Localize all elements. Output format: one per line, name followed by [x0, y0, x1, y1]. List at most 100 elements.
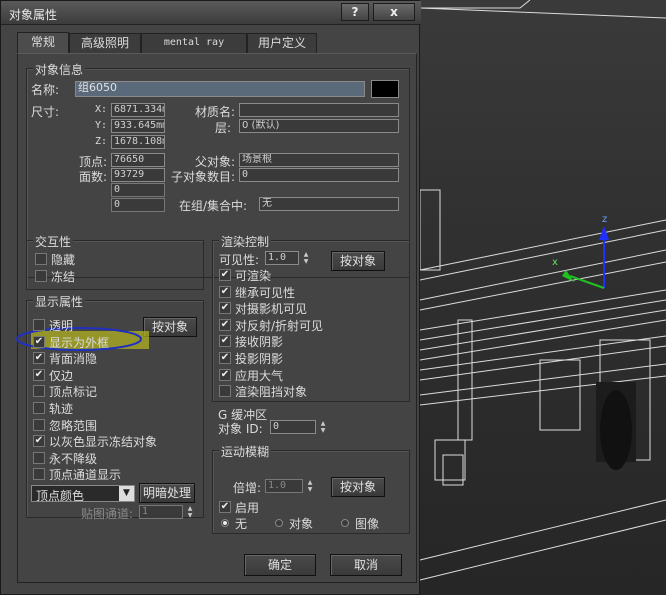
motion-blur-by-object-button[interactable]: 按对象	[331, 477, 385, 497]
z-label: Z:	[95, 136, 108, 147]
visibility-input[interactable]: 1.0	[265, 251, 299, 265]
faces-label: 面数:	[79, 170, 108, 184]
group-label: 在组/集合中:	[179, 199, 248, 213]
object-info-title: 对象信息	[33, 61, 86, 78]
children-value: 0	[239, 168, 399, 182]
render-option-checkbox[interactable]: ✔	[219, 335, 231, 348]
object-color-swatch[interactable]	[371, 80, 399, 98]
dimensions-label: 尺寸:	[31, 105, 60, 119]
radio-object[interactable]	[275, 519, 283, 527]
radio-none[interactable]	[221, 519, 229, 527]
render-by-object-button[interactable]: 按对象	[331, 251, 385, 271]
object-id-label: 对象 ID:	[218, 422, 263, 436]
display-option-label: 顶点标记	[49, 385, 98, 400]
layer-label: 层:	[215, 121, 232, 135]
close-button[interactable]: x	[373, 3, 415, 21]
visibility-spinner-icon[interactable]: ▲ ▼	[301, 251, 311, 265]
map-channel-input[interactable]: 1	[139, 505, 183, 519]
material-value	[239, 103, 399, 117]
x-label: X:	[95, 104, 108, 115]
render-option-label: 投影阴影	[235, 352, 284, 366]
display-option-checkbox[interactable]	[33, 402, 45, 414]
display-by-object-button[interactable]: 按对象	[143, 317, 197, 337]
render-option-label: 对摄影机可见	[235, 302, 308, 317]
display-option-label: 显示为外框	[49, 335, 110, 350]
display-option-checkbox[interactable]: ✔	[33, 335, 45, 348]
faces-value: 93729	[111, 168, 165, 182]
radio-object-label: 对象	[289, 517, 314, 531]
hide-checkbox[interactable]	[35, 253, 47, 265]
y-dimension-value: 933.645mm	[111, 119, 165, 133]
extra-info-value-2: 0	[111, 198, 165, 212]
display-option-label: 忽略范围	[49, 418, 98, 433]
material-label: 材质名:	[195, 105, 236, 119]
radio-image[interactable]	[341, 519, 349, 527]
dialog-title: 对象属性	[9, 8, 58, 22]
x-dimension-value: 6871.334m	[111, 103, 165, 117]
display-option-checkbox[interactable]	[33, 468, 45, 481]
vertex-color-select[interactable]: 顶点颜色 ▼	[31, 485, 135, 503]
map-channel-label: 贴图通道:	[81, 507, 134, 521]
render-control-group: 渲染控制 可见性: 1.0 ▲ ▼ 按对象 ✔ 可渲染 ✔ 继承可见性 ✔ 对摄影机可见 ✔ 对…	[212, 233, 410, 402]
y-label: Y:	[95, 120, 108, 131]
display-option-checkbox[interactable]	[33, 451, 45, 464]
children-label: 子对象数目:	[171, 170, 236, 184]
render-option-label: 应用大气	[235, 368, 284, 383]
display-option-checkbox[interactable]	[33, 418, 45, 431]
render-option-checkbox[interactable]	[219, 385, 231, 398]
freeze-checkbox[interactable]	[35, 270, 47, 282]
render-option-label: 可渲染	[235, 269, 272, 283]
tab-general[interactable]: 常规	[17, 32, 69, 54]
object-properties-dialog: 对象属性 ? x 常规 高级照明 mental ray 用户定义 对象信息 名称…	[0, 0, 421, 595]
cancel-button[interactable]: 取消	[330, 554, 402, 576]
object-id-spinner-icon[interactable]: ▲ ▼	[318, 420, 328, 434]
display-option-label: 轨迹	[49, 402, 74, 416]
multiplier-label: 倍增:	[233, 481, 262, 495]
vertices-value: 76650	[111, 153, 165, 167]
shaded-button[interactable]: 明暗处理	[139, 483, 195, 503]
display-option-label: 永不降级	[49, 451, 98, 466]
motion-blur-title: 运动模糊	[219, 443, 272, 460]
display-properties-group: 显示属性 按对象 透明 ✔ 显示为外框 ✔ 背面消隐 ✔ 仅边 顶点标记 轨迹 忽略范围 ✔ 以灰色显…	[16, 293, 204, 521]
render-option-checkbox[interactable]: ✔	[219, 318, 231, 331]
render-option-checkbox[interactable]: ✔	[219, 302, 231, 315]
multiplier-spinner-icon[interactable]: ▲ ▼	[305, 479, 315, 493]
display-option-checkbox[interactable]: ✔	[33, 352, 45, 365]
name-input[interactable]: 组6050	[75, 81, 365, 97]
tab-advanced-lighting[interactable]: 高级照明	[69, 33, 141, 53]
enable-checkbox[interactable]: ✔	[219, 501, 231, 513]
ok-button[interactable]: 确定	[244, 554, 316, 576]
radio-image-label: 图像	[355, 517, 380, 531]
display-option-checkbox[interactable]	[33, 319, 45, 331]
render-option-label: 对反射/折射可见	[235, 318, 324, 333]
general-panel: 对象信息 名称: 组6050 尺寸: X: 6871.334m Y: 933.6…	[16, 53, 417, 583]
display-option-checkbox[interactable]	[33, 385, 45, 398]
name-label: 名称:	[31, 83, 60, 97]
motion-blur-group: 运动模糊 倍增: 1.0 ▲ ▼ 按对象 ✔ 启用 无 对象 图像	[212, 443, 410, 534]
render-option-label: 接收阴影	[235, 335, 284, 350]
interaction-title: 交互性	[33, 233, 74, 250]
dialog-titlebar[interactable]: 对象属性 ? x	[1, 1, 421, 25]
display-option-label: 以灰色显示冻结对象	[49, 435, 158, 450]
svg-text:z: z	[602, 214, 607, 225]
render-option-label: 继承可见性	[235, 285, 296, 300]
display-option-checkbox[interactable]: ✔	[33, 435, 45, 448]
hide-label: 隐藏	[51, 253, 76, 267]
multiplier-input[interactable]: 1.0	[265, 479, 303, 493]
group-value: 无	[259, 197, 399, 211]
tab-mental-ray[interactable]: mental ray	[141, 33, 247, 53]
render-option-checkbox[interactable]: ✔	[219, 269, 231, 281]
render-option-checkbox[interactable]: ✔	[219, 368, 231, 381]
help-button[interactable]: ?	[341, 3, 369, 21]
map-channel-spinner-icon[interactable]: ▲ ▼	[185, 505, 195, 519]
object-id-input[interactable]: 0	[270, 420, 316, 434]
render-control-title: 渲染控制	[219, 233, 272, 250]
render-option-label: 渲染阻挡对象	[235, 385, 308, 400]
tab-user-defined[interactable]: 用户定义	[247, 33, 317, 53]
display-option-checkbox[interactable]: ✔	[33, 368, 45, 381]
visibility-label: 可见性:	[219, 253, 260, 267]
display-option-label: 透明	[49, 319, 74, 333]
render-option-checkbox[interactable]: ✔	[219, 285, 231, 298]
chevron-down-icon[interactable]: ▼	[119, 486, 134, 501]
render-option-checkbox[interactable]: ✔	[219, 352, 231, 364]
